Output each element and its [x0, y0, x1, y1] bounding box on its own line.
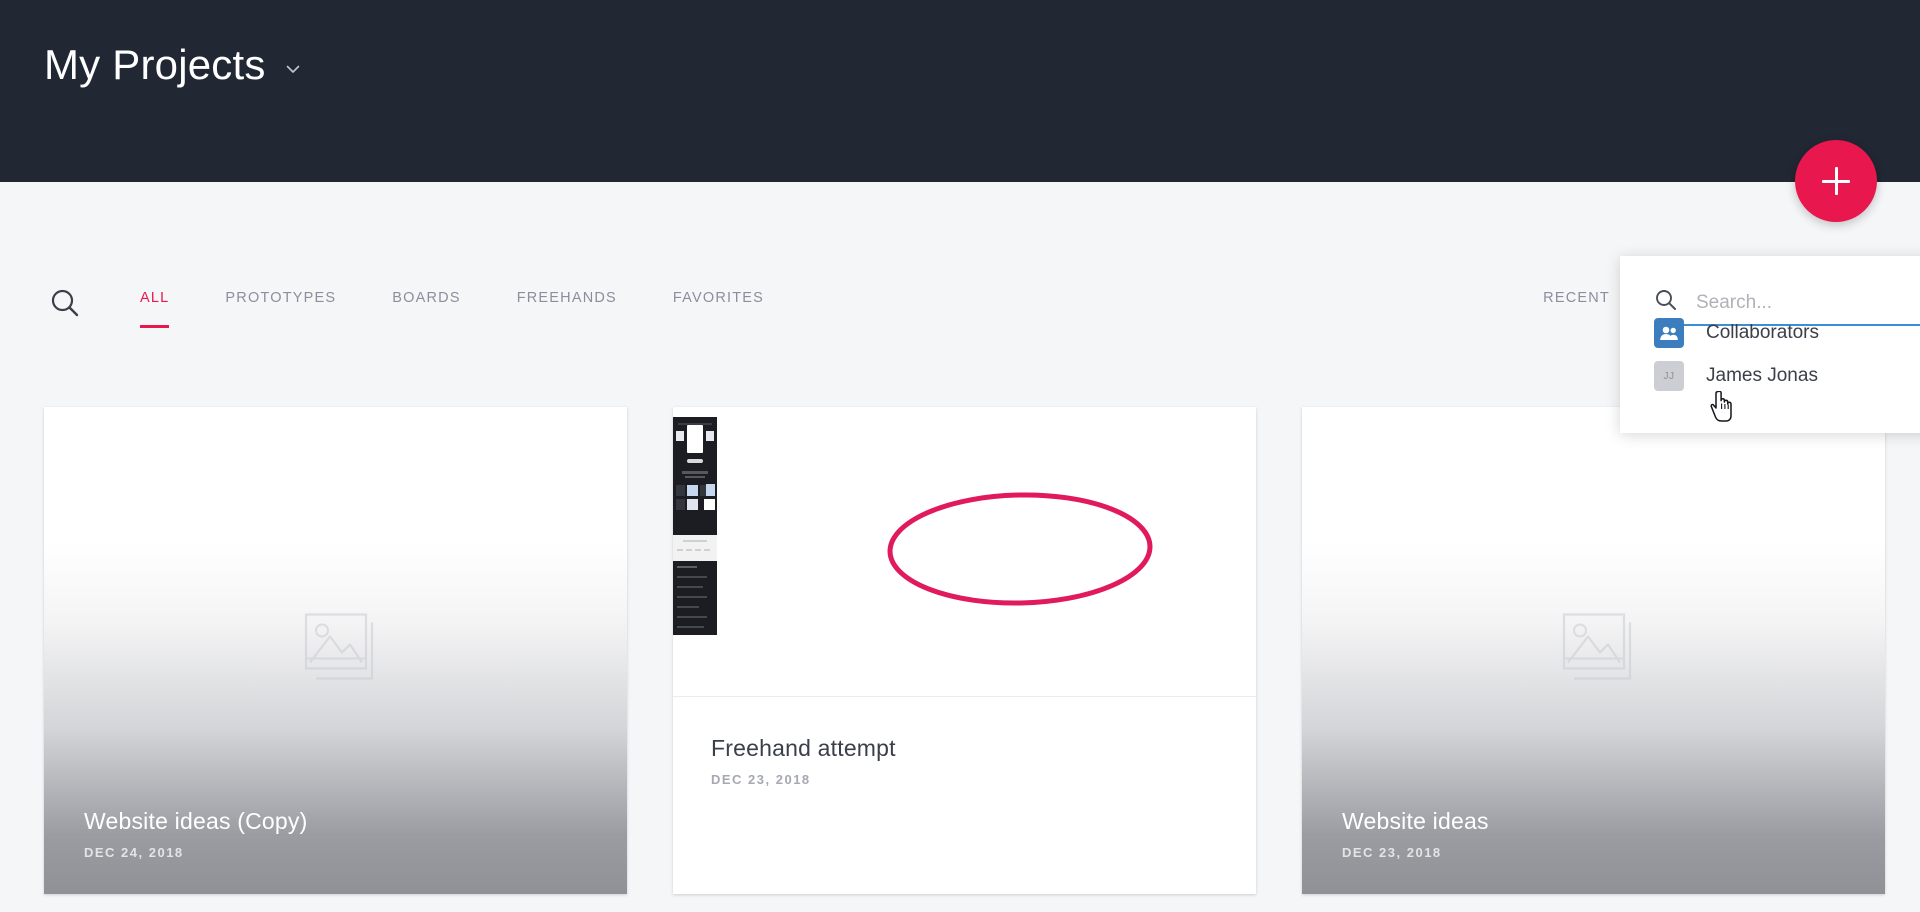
dropdown-item-collaborators[interactable]: Collaborators	[1654, 314, 1920, 352]
projects-title-dropdown[interactable]: My Projects	[44, 44, 302, 86]
search-input[interactable]	[1696, 291, 1911, 314]
pink-ellipse-annotation	[883, 485, 1163, 620]
project-date: DEC 23, 2018	[1342, 845, 1442, 860]
collaborators-dropdown-panel: Collaborators JJ James Jonas	[1620, 256, 1920, 433]
project-title: Website ideas (Copy)	[84, 808, 308, 834]
project-caption: Website ideas DEC 23, 2018	[1342, 808, 1489, 860]
project-title: Website ideas	[1342, 808, 1489, 834]
project-date: DEC 24, 2018	[84, 845, 184, 860]
app-root: My Projects ALL PROTOTYPES BOARDS FREEHA…	[0, 0, 1920, 912]
avatar: JJ	[1654, 361, 1684, 391]
people-icon	[1654, 318, 1684, 348]
project-caption: Freehand attempt DEC 23, 2018	[673, 697, 1256, 894]
freehand-thumbnail	[673, 417, 717, 635]
project-card[interactable]: Website ideas DEC 23, 2018	[1302, 407, 1885, 894]
project-card[interactable]: Freehand attempt DEC 23, 2018	[673, 407, 1256, 894]
search-icon[interactable]	[44, 282, 86, 324]
project-caption: Website ideas (Copy) DEC 24, 2018	[84, 808, 307, 860]
tab-all[interactable]: ALL	[140, 282, 170, 328]
sort-dropdown-label: RECENT	[1543, 290, 1610, 306]
image-placeholder-icon	[1546, 606, 1642, 695]
dropdown-item-james-jonas[interactable]: JJ James Jonas	[1654, 357, 1920, 395]
plus-icon	[1822, 179, 1850, 183]
tab-prototypes[interactable]: PROTOTYPES	[225, 282, 336, 306]
dropdown-search-row	[1654, 288, 1920, 317]
tab-all-label: ALL	[140, 290, 170, 306]
chevron-down-icon[interactable]	[284, 60, 302, 78]
app-header: My Projects	[0, 0, 1920, 182]
project-date: DEC 23, 2018	[711, 772, 811, 787]
tab-boards[interactable]: BOARDS	[392, 282, 460, 306]
dropdown-item-label: Collaborators	[1706, 322, 1819, 343]
page-title: My Projects	[44, 41, 266, 88]
dropdown-item-label: James Jonas	[1706, 365, 1818, 386]
active-tab-underline	[140, 325, 170, 328]
filter-tabs: ALL PROTOTYPES BOARDS FREEHANDS FAVORITE…	[140, 282, 820, 330]
project-card[interactable]: Website ideas (Copy) DEC 24, 2018	[44, 407, 627, 894]
tab-favorites[interactable]: FAVORITES	[673, 282, 764, 306]
project-thumbnail	[673, 407, 1256, 697]
tab-freehands[interactable]: FREEHANDS	[517, 282, 617, 306]
project-title: Freehand attempt	[711, 735, 896, 761]
add-project-button[interactable]	[1795, 140, 1877, 222]
image-placeholder-icon	[288, 606, 384, 695]
projects-grid: Website ideas (Copy) DEC 24, 2018 Freeha…	[44, 407, 1885, 894]
search-icon[interactable]	[1654, 288, 1678, 317]
